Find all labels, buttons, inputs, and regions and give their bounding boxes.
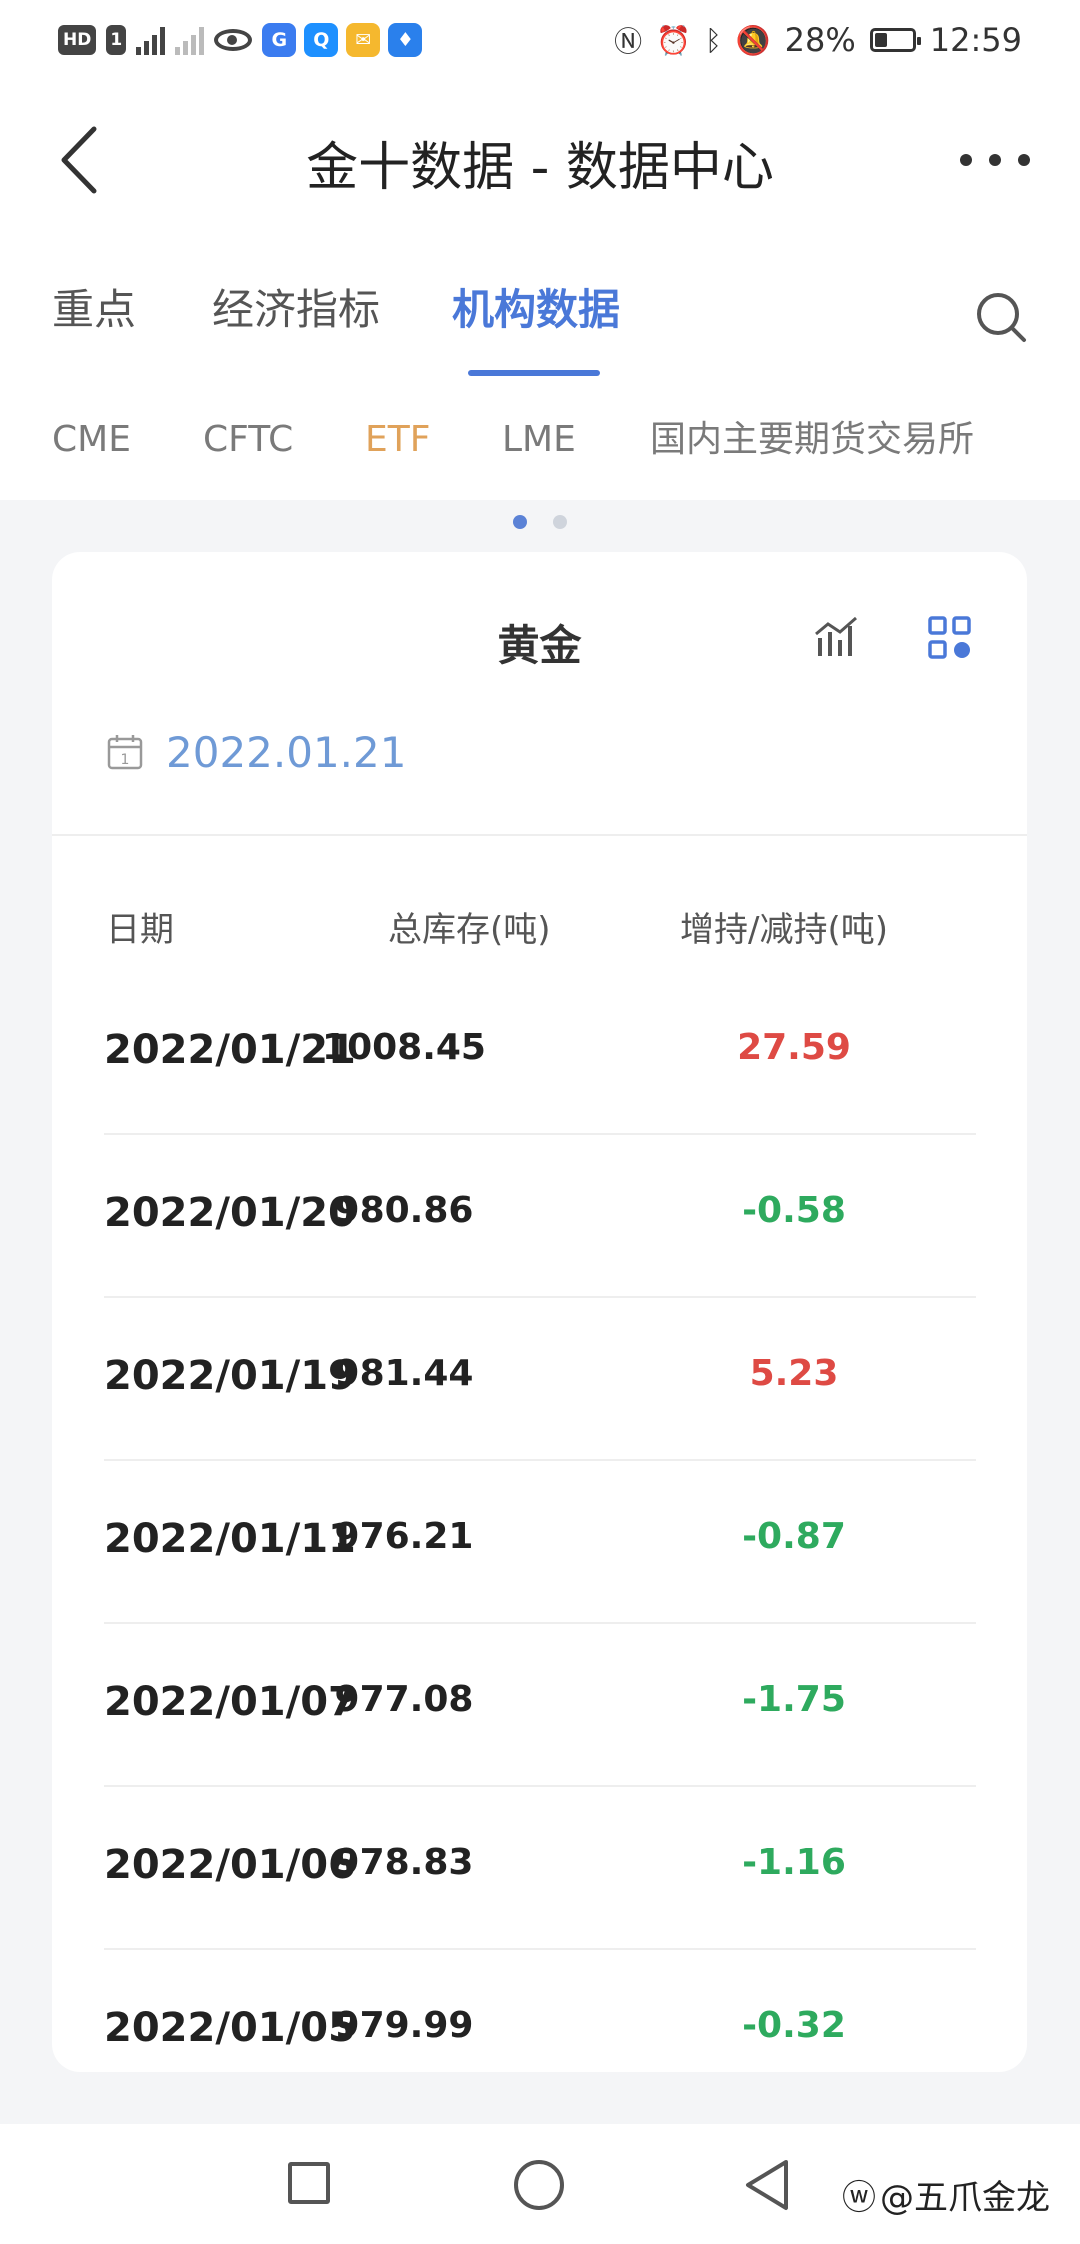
eye-icon <box>214 29 253 51</box>
pager-dot[interactable] <box>513 515 527 529</box>
watermark: ⓦ @五爪金龙 <box>842 2170 1050 2219</box>
status-left-icons: HD 1 G Q ✉ ♦ <box>58 22 423 58</box>
more-dot-icon <box>960 154 972 166</box>
nav-back-button[interactable] <box>742 2158 792 2212</box>
grid-icon <box>928 616 971 659</box>
etf-data-card: 黄金 1 2022.01.21 日期 总库存(吨) 增持/减持(吨) 2022/… <box>52 552 1027 2072</box>
alarm-icon: ⏰ <box>656 23 691 57</box>
nfc-icon: Ⓝ <box>614 25 643 58</box>
sim-icon: 1 <box>106 25 127 55</box>
tab-key-points[interactable]: 重点 <box>52 280 136 350</box>
status-right-icons: Ⓝ ⏰ ᛒ 🔕 28% 12:59 <box>614 18 1022 62</box>
row-date: 2022/01/06 <box>104 1842 356 1888</box>
weibo-icon: ⓦ <box>842 2178 876 2218</box>
subtab-cme[interactable]: CME <box>52 410 131 470</box>
grid-view-button[interactable] <box>924 612 976 664</box>
row-date: 2022/01/19 <box>104 1353 356 1399</box>
hd-icon: HD <box>58 25 97 55</box>
more-dot-icon <box>1018 154 1030 166</box>
subtab-cftc[interactable]: CFTC <box>203 410 293 470</box>
watermark-text: @五爪金龙 <box>880 2178 1050 2218</box>
more-dot-icon <box>989 154 1001 166</box>
subtab-lme[interactable]: LME <box>502 410 576 470</box>
line-chart-icon <box>815 616 857 656</box>
row-date: 2022/01/20 <box>104 1190 356 1236</box>
clock: 12:59 <box>929 21 1022 59</box>
bulb-app-icon: ♦ <box>388 23 423 57</box>
search-button[interactable] <box>974 290 1030 346</box>
signal-icon <box>136 25 166 55</box>
pager-dots <box>0 515 1080 529</box>
table-row[interactable]: 2022/01/21 1008.45 27.59 <box>104 972 976 1135</box>
table-header: 日期 总库存(吨) 增持/减持(吨) <box>52 902 1027 962</box>
battery-icon <box>869 28 921 52</box>
column-header-change: 增持/减持(吨) <box>680 910 888 950</box>
selected-date: 2022.01.21 <box>166 727 407 777</box>
mail-app-icon: ✉ <box>346 23 381 57</box>
card-title: 黄金 <box>497 621 582 670</box>
date-picker[interactable]: 1 2022.01.21 <box>106 722 406 782</box>
system-nav-bar: ⓦ @五爪金龙 <box>0 2124 1080 2244</box>
active-tab-indicator <box>468 370 600 376</box>
tab-institution-data[interactable]: 机构数据 <box>452 280 620 350</box>
search-icon <box>977 293 1026 342</box>
subtab-domestic-futures-exchanges[interactable]: 国内主要期货交易所 <box>650 410 974 470</box>
table-row[interactable]: 2022/01/05 979.99 -0.32 <box>104 1950 976 2072</box>
column-header-date: 日期 <box>106 910 174 950</box>
signal-secondary-icon <box>175 25 205 55</box>
chart-view-button[interactable] <box>812 612 864 664</box>
table-row[interactable]: 2022/01/19 981.44 5.23 <box>104 1298 976 1461</box>
row-date: 2022/01/05 <box>104 2005 356 2051</box>
table-row[interactable]: 2022/01/11 976.21 -0.87 <box>104 1461 976 1624</box>
notification-app-icons: G Q ✉ ♦ <box>262 23 423 57</box>
recent-apps-button[interactable] <box>288 2162 330 2204</box>
data-table: 2022/01/21 1008.45 27.59 2022/01/20 980.86 -0… <box>104 972 976 2072</box>
table-row[interactable]: 2022/01/20 980.86 -0.58 <box>104 1135 976 1298</box>
divider <box>52 834 1027 836</box>
browser-app-icon: G <box>262 23 297 57</box>
subtab-etf[interactable]: ETF <box>365 410 430 470</box>
status-bar: HD 1 G Q ✉ ♦ Ⓝ ⏰ ᛒ 🔕 28% 12:59 <box>0 0 1080 80</box>
column-header-total-holdings: 总库存(吨) <box>388 910 551 950</box>
app-header: 金十数据 - 数据中心 重点 经济指标 机构数据 CME CFTC ETF LM… <box>0 80 1080 500</box>
row-date: 2022/01/11 <box>104 1516 356 1562</box>
home-button[interactable] <box>514 2160 564 2210</box>
battery-percent: 28% <box>784 21 856 59</box>
calendar-icon: 1 <box>107 735 143 770</box>
row-date: 2022/01/07 <box>104 1679 356 1725</box>
pager-dot[interactable] <box>553 515 567 529</box>
bluetooth-icon: ᛒ <box>704 23 722 57</box>
triangle-back-icon <box>746 2160 788 2210</box>
svg-text:1: 1 <box>121 752 130 768</box>
tab-economic-indicators[interactable]: 经济指标 <box>212 280 380 350</box>
table-row[interactable]: 2022/01/07 977.08 -1.75 <box>104 1624 976 1787</box>
sub-tabs: CME CFTC ETF LME 国内主要期货交易所 <box>0 410 1080 490</box>
search-app-icon: Q <box>304 23 339 57</box>
mute-icon: 🔕 <box>735 23 771 57</box>
table-row[interactable]: 2022/01/06 978.83 -1.16 <box>104 1787 976 1950</box>
page-title: 金十数据 - 数据中心 <box>306 138 774 198</box>
more-options-button[interactable] <box>960 140 1030 180</box>
row-date: 2022/01/21 <box>104 1027 356 1073</box>
